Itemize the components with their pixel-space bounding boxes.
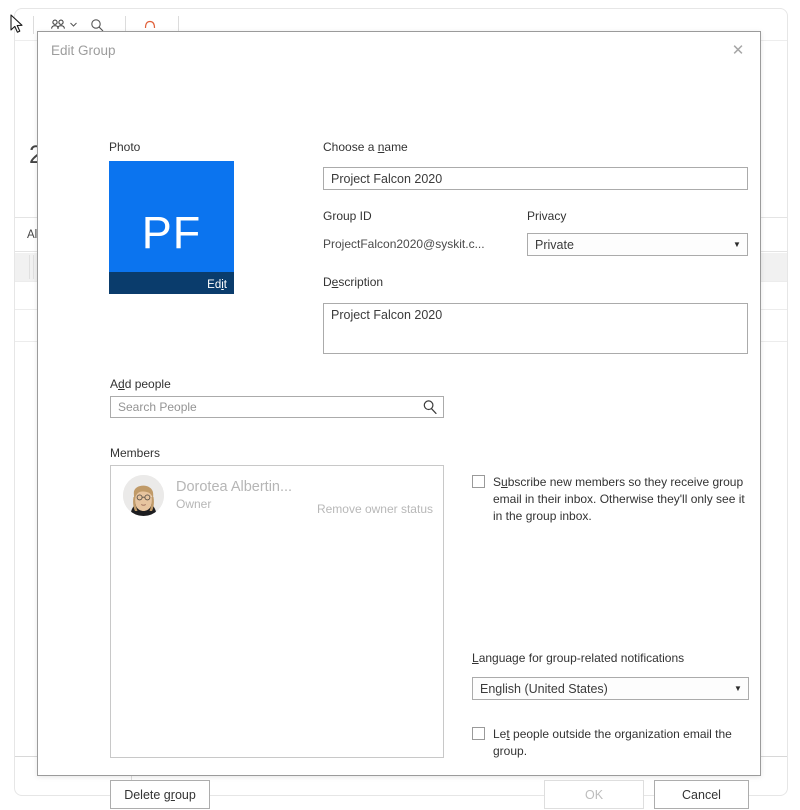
language-dropdown[interactable]: English (United States) ▼ (472, 677, 749, 700)
subscribe-label-post: bscribe new members so they receive grou… (493, 475, 745, 523)
search-icon[interactable] (417, 399, 443, 415)
photo-label: Photo (109, 140, 141, 154)
language-dropdown-value: English (United States) (480, 681, 608, 696)
privacy-label: Privacy (527, 209, 567, 223)
subscribe-label-accel: u (501, 475, 508, 489)
edit-photo-link[interactable]: Edit (207, 279, 227, 291)
edit-photo-pre: Ed (207, 279, 222, 291)
delete-group-button[interactable]: Delete g r oup (110, 780, 210, 809)
group-photo-tile[interactable]: PF Edit (109, 161, 234, 294)
user-photo-icon (123, 474, 164, 516)
group-photo-initials: PF (141, 207, 202, 258)
external-email-label: Let people outside the organization emai… (493, 726, 750, 760)
members-list[interactable]: Dorotea Albertin... Owner Remove owner s… (110, 465, 444, 758)
search-glyph (423, 400, 437, 414)
member-role: Owner (176, 497, 212, 511)
language-label-post: anguage for group-related notifications (478, 651, 685, 665)
choose-name-label-post: ame (384, 140, 408, 154)
subscribe-new-members-label: Subscribe new members so they receive gr… (493, 474, 750, 525)
cancel-button[interactable]: Cancel (654, 780, 749, 809)
search-people-input[interactable] (111, 399, 417, 415)
privacy-dropdown[interactable]: Private ▼ (527, 233, 748, 256)
choose-name-label: Choose a name (323, 140, 408, 154)
edit-photo-post: t (223, 279, 227, 291)
edit-group-dialog: Edit Group ✕ Photo PF Edit Choose a name… (37, 31, 761, 809)
search-people-box (110, 396, 444, 418)
remove-owner-status-link[interactable]: Remove owner status (317, 502, 433, 516)
checkbox-box[interactable] (472, 475, 485, 488)
subscribe-label-pre: S (493, 475, 502, 489)
delete-group-pre: Delete g (124, 787, 171, 802)
group-id-value: ProjectFalcon2020@syskit.c... (323, 237, 485, 251)
group-name-input[interactable] (323, 167, 748, 190)
privacy-dropdown-value: Private (535, 237, 574, 252)
avatar (123, 474, 164, 516)
dialog-title: Edit Group (51, 43, 116, 58)
subscribe-new-members-checkbox[interactable]: Subscribe new members so they receive gr… (472, 474, 750, 525)
language-label: Language for group-related notifications (472, 651, 684, 665)
description-label-pre: D (323, 275, 332, 289)
checkbox-box[interactable] (472, 727, 485, 740)
close-icon[interactable]: ✕ (716, 32, 760, 68)
description-label-post: scription (338, 275, 384, 289)
add-people-label: Add people (110, 377, 171, 391)
add-people-label-accel: d (118, 377, 125, 391)
ok-button[interactable]: OK (544, 780, 644, 809)
list-item[interactable]: Dorotea Albertin... Owner Remove owner s… (111, 466, 443, 524)
chevron-down-icon: ▼ (733, 239, 741, 249)
chevron-down-icon: ▼ (734, 683, 742, 693)
group-id-label: Group ID (323, 209, 372, 223)
add-people-label-post: d people (124, 377, 171, 391)
add-people-label-pre: A (110, 377, 119, 391)
language-label-accel: L (472, 651, 479, 665)
external-email-label-post: people outside the organization email th… (493, 727, 732, 758)
members-label: Members (110, 446, 161, 460)
external-email-checkbox[interactable]: Let people outside the organization emai… (472, 726, 750, 760)
choose-name-label-pre: Choose a (323, 140, 378, 154)
delete-group-post: oup (174, 787, 196, 802)
description-label: Description (323, 275, 383, 289)
chevron-down-icon (70, 22, 77, 27)
group-description-input[interactable] (323, 303, 748, 354)
dialog-titlebar: Edit Group ✕ (38, 32, 760, 70)
external-email-label-pre: Le (493, 727, 507, 741)
member-name: Dorotea Albertin... (176, 479, 293, 495)
member-text: Dorotea Albertin... Owner (176, 478, 317, 512)
